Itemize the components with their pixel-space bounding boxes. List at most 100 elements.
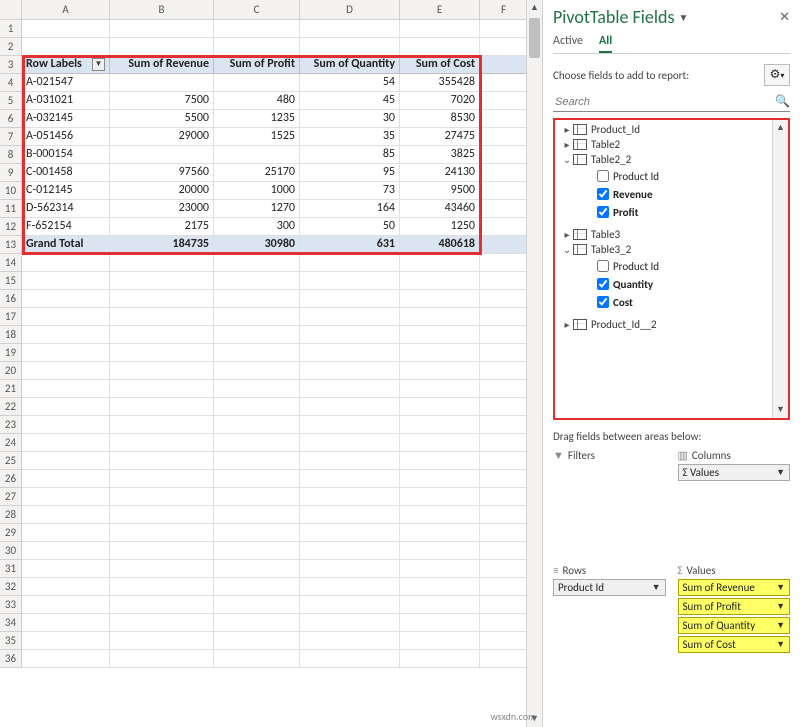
select-all-corner[interactable] [0, 0, 22, 20]
cell[interactable] [480, 362, 528, 380]
cell[interactable]: 1525 [214, 128, 300, 146]
cell[interactable]: Sum of Profit [214, 56, 300, 74]
row-header[interactable]: 34 [0, 614, 22, 632]
cell[interactable] [400, 272, 480, 290]
cell[interactable] [214, 578, 300, 596]
row-header[interactable]: 7 [0, 128, 22, 146]
cell[interactable] [22, 380, 110, 398]
cell[interactable]: C-001458 [22, 164, 110, 182]
node-table3[interactable]: ▸ Table3 [555, 227, 788, 242]
pill-sum-cost[interactable]: Sum of Cost▼ [678, 636, 791, 653]
field-t22-revenue[interactable]: Revenue [555, 185, 788, 203]
cell[interactable] [214, 506, 300, 524]
cell[interactable] [110, 272, 214, 290]
cell[interactable] [22, 632, 110, 650]
cell[interactable] [300, 488, 400, 506]
row-header[interactable]: 35 [0, 632, 22, 650]
row-header[interactable]: 21 [0, 380, 22, 398]
cell[interactable] [214, 542, 300, 560]
pill-sum-revenue[interactable]: Sum of Revenue▼ [678, 579, 791, 596]
cell[interactable] [300, 542, 400, 560]
row-header[interactable]: 25 [0, 452, 22, 470]
cell[interactable] [110, 578, 214, 596]
cell[interactable] [214, 560, 300, 578]
cell[interactable] [400, 614, 480, 632]
cell[interactable] [400, 524, 480, 542]
cell[interactable] [214, 290, 300, 308]
cell[interactable] [22, 38, 110, 56]
cell[interactable] [214, 416, 300, 434]
cell[interactable]: 9500 [400, 182, 480, 200]
node-table3-2[interactable]: ⌄ Table3_2 [555, 242, 788, 257]
cell[interactable]: 184735 [110, 236, 214, 254]
row-header[interactable]: 4 [0, 74, 22, 92]
field-checkbox[interactable] [597, 260, 609, 272]
cell[interactable] [110, 434, 214, 452]
row-header[interactable]: 17 [0, 308, 22, 326]
pill-product-id[interactable]: Product Id▼ [553, 579, 666, 596]
cell[interactable] [480, 326, 528, 344]
col-header-d[interactable]: D [300, 0, 400, 19]
cell[interactable]: 2175 [110, 218, 214, 236]
scroll-thumb[interactable] [529, 18, 540, 58]
cell[interactable] [110, 326, 214, 344]
col-header-f[interactable]: F [480, 0, 528, 19]
cell[interactable] [22, 344, 110, 362]
cell[interactable] [110, 488, 214, 506]
cell[interactable]: 43460 [400, 200, 480, 218]
cell[interactable]: Sum of Revenue [110, 56, 214, 74]
row-header[interactable]: 20 [0, 362, 22, 380]
cell[interactable] [300, 470, 400, 488]
cell[interactable]: 631 [300, 236, 400, 254]
cell[interactable] [300, 596, 400, 614]
cell[interactable] [110, 398, 214, 416]
cell[interactable]: 300 [214, 218, 300, 236]
grid-scrollbar[interactable]: ▲ ▼ [526, 0, 542, 727]
cell[interactable] [480, 434, 528, 452]
cell[interactable]: 95 [300, 164, 400, 182]
cell[interactable] [400, 470, 480, 488]
cell[interactable] [214, 488, 300, 506]
field-list-scrollbar[interactable]: ▲ ▼ [772, 120, 788, 418]
cell[interactable] [300, 416, 400, 434]
cell[interactable]: A-032145 [22, 110, 110, 128]
cell[interactable] [22, 326, 110, 344]
row-header[interactable]: 32 [0, 578, 22, 596]
cell[interactable] [300, 20, 400, 38]
cell[interactable] [214, 254, 300, 272]
cell[interactable] [400, 542, 480, 560]
row-header[interactable]: 12 [0, 218, 22, 236]
col-header-b[interactable]: B [110, 0, 214, 19]
cell[interactable] [110, 452, 214, 470]
row-header[interactable]: 6 [0, 110, 22, 128]
field-search[interactable]: 🔍 [553, 94, 790, 112]
row-header[interactable]: 14 [0, 254, 22, 272]
cell[interactable] [300, 524, 400, 542]
cell[interactable] [214, 308, 300, 326]
row-header[interactable]: 28 [0, 506, 22, 524]
cell[interactable] [214, 470, 300, 488]
cell[interactable] [22, 578, 110, 596]
cell[interactable]: 85 [300, 146, 400, 164]
cell[interactable] [480, 614, 528, 632]
cell[interactable] [22, 254, 110, 272]
cell[interactable] [480, 470, 528, 488]
cell[interactable] [400, 38, 480, 56]
cell[interactable] [300, 272, 400, 290]
cell[interactable]: B-000154 [22, 146, 110, 164]
cell[interactable] [400, 398, 480, 416]
pill-sum-profit[interactable]: Sum of Profit▼ [678, 598, 791, 615]
row-header[interactable]: 3 [0, 56, 22, 74]
cell[interactable]: D-562314 [22, 200, 110, 218]
cell[interactable] [110, 290, 214, 308]
node-table2-2[interactable]: ⌄ Table2_2 [555, 152, 788, 167]
row-header[interactable]: 36 [0, 650, 22, 668]
row-header[interactable]: 8 [0, 146, 22, 164]
cell[interactable] [22, 506, 110, 524]
cell[interactable] [400, 308, 480, 326]
cell[interactable] [300, 632, 400, 650]
field-checkbox[interactable] [597, 170, 609, 182]
cell[interactable]: 20000 [110, 182, 214, 200]
row-header[interactable]: 13 [0, 236, 22, 254]
cell[interactable] [214, 272, 300, 290]
